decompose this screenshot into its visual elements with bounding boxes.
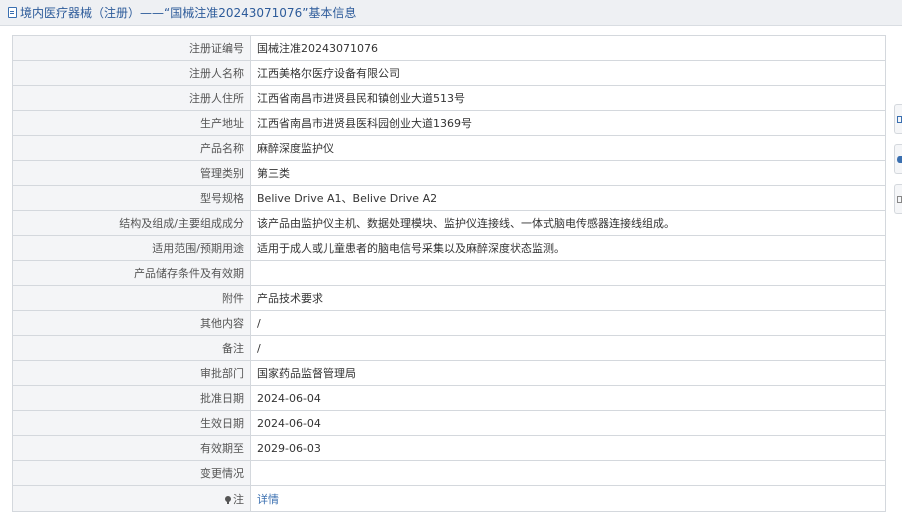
document-icon	[8, 7, 17, 18]
field-label: 产品名称	[12, 135, 251, 161]
circle-icon	[897, 156, 902, 163]
table-row: 批准日期 2024-06-04	[12, 385, 886, 411]
note-label: 注	[233, 492, 244, 506]
field-value: 江西省南昌市进贤县医科园创业大道1369号	[250, 110, 886, 136]
side-toolbar	[894, 104, 902, 224]
table-row: 注册证编号 国械注准20243071076	[12, 35, 886, 61]
field-label: 型号规格	[12, 185, 251, 211]
field-label: 附件	[12, 285, 251, 311]
field-value: 2024-06-04	[250, 385, 886, 411]
field-value: 国械注准20243071076	[250, 35, 886, 61]
field-label: 其他内容	[12, 310, 251, 336]
field-label: 结构及组成/主要组成成分	[12, 210, 251, 236]
side-button-service[interactable]	[894, 144, 902, 174]
field-value: Belive Drive A1、Belive Drive A2	[250, 185, 886, 211]
field-value: 2029-06-03	[250, 435, 886, 461]
table-row: 附件 产品技术要求	[12, 285, 886, 311]
field-label: 产品储存条件及有效期	[12, 260, 251, 286]
field-label: 有效期至	[12, 435, 251, 461]
field-label: 批准日期	[12, 385, 251, 411]
print-icon	[897, 196, 902, 203]
table-row: 变更情况	[12, 460, 886, 486]
page-header: 境内医疗器械（注册）——“国械注准20243071076”基本信息	[0, 0, 902, 26]
field-value	[250, 260, 886, 286]
details-link[interactable]: 详情	[257, 493, 279, 506]
table-row: 型号规格 Belive Drive A1、Belive Drive A2	[12, 185, 886, 211]
field-value: /	[250, 310, 886, 336]
field-value	[250, 460, 886, 486]
table-row: 管理类别 第三类	[12, 160, 886, 186]
field-label: 生效日期	[12, 410, 251, 436]
field-label: 管理类别	[12, 160, 251, 186]
table-row: 注册人住所 江西省南昌市进贤县民和镇创业大道513号	[12, 85, 886, 111]
field-value: 适用于成人或儿童患者的脑电信号采集以及麻醉深度状态监测。	[250, 235, 886, 261]
table-row: 审批部门 国家药品监督管理局	[12, 360, 886, 386]
table-row: 有效期至 2029-06-03	[12, 435, 886, 461]
table-row: 其他内容 /	[12, 310, 886, 336]
field-label: 审批部门	[12, 360, 251, 386]
table-row: 注册人名称 江西美格尔医疗设备有限公司	[12, 60, 886, 86]
field-value: 江西省南昌市进贤县民和镇创业大道513号	[250, 85, 886, 111]
field-label: 生产地址	[12, 110, 251, 136]
table-row: 结构及组成/主要组成成分 该产品由监护仪主机、数据处理模块、监护仪连接线、一体式脑…	[12, 210, 886, 236]
side-button-print[interactable]	[894, 184, 902, 214]
field-label: 备注	[12, 335, 251, 361]
table-row: 备注 /	[12, 335, 886, 361]
page-title: 境内医疗器械（注册）——“国械注准20243071076”基本信息	[20, 6, 357, 20]
note-row: 注 详情	[12, 485, 886, 512]
table-row: 产品储存条件及有效期	[12, 260, 886, 286]
field-value: 产品技术要求	[250, 285, 886, 311]
field-label: 注册人住所	[12, 85, 251, 111]
side-button-document[interactable]	[894, 104, 902, 134]
document-icon	[897, 116, 902, 123]
table-row: 生效日期 2024-06-04	[12, 410, 886, 436]
note-label-cell: 注	[12, 485, 251, 512]
field-value: /	[250, 335, 886, 361]
field-value: 2024-06-04	[250, 410, 886, 436]
field-label: 注册人名称	[12, 60, 251, 86]
note-value-cell: 详情	[250, 485, 886, 512]
field-label: 变更情况	[12, 460, 251, 486]
device-info-table: 注册证编号 国械注准20243071076 注册人名称 江西美格尔医疗设备有限公司 …	[12, 35, 886, 512]
field-label: 适用范围/预期用途	[12, 235, 251, 261]
field-value: 麻醉深度监护仪	[250, 135, 886, 161]
table-row: 产品名称 麻醉深度监护仪	[12, 135, 886, 161]
pin-icon	[225, 495, 231, 504]
field-value: 该产品由监护仪主机、数据处理模块、监护仪连接线、一体式脑电传感器连接线组成。	[250, 210, 886, 236]
field-label: 注册证编号	[12, 35, 251, 61]
table-row: 适用范围/预期用途 适用于成人或儿童患者的脑电信号采集以及麻醉深度状态监测。	[12, 235, 886, 261]
table-row: 生产地址 江西省南昌市进贤县医科园创业大道1369号	[12, 110, 886, 136]
field-value: 江西美格尔医疗设备有限公司	[250, 60, 886, 86]
field-value: 第三类	[250, 160, 886, 186]
field-value: 国家药品监督管理局	[250, 360, 886, 386]
